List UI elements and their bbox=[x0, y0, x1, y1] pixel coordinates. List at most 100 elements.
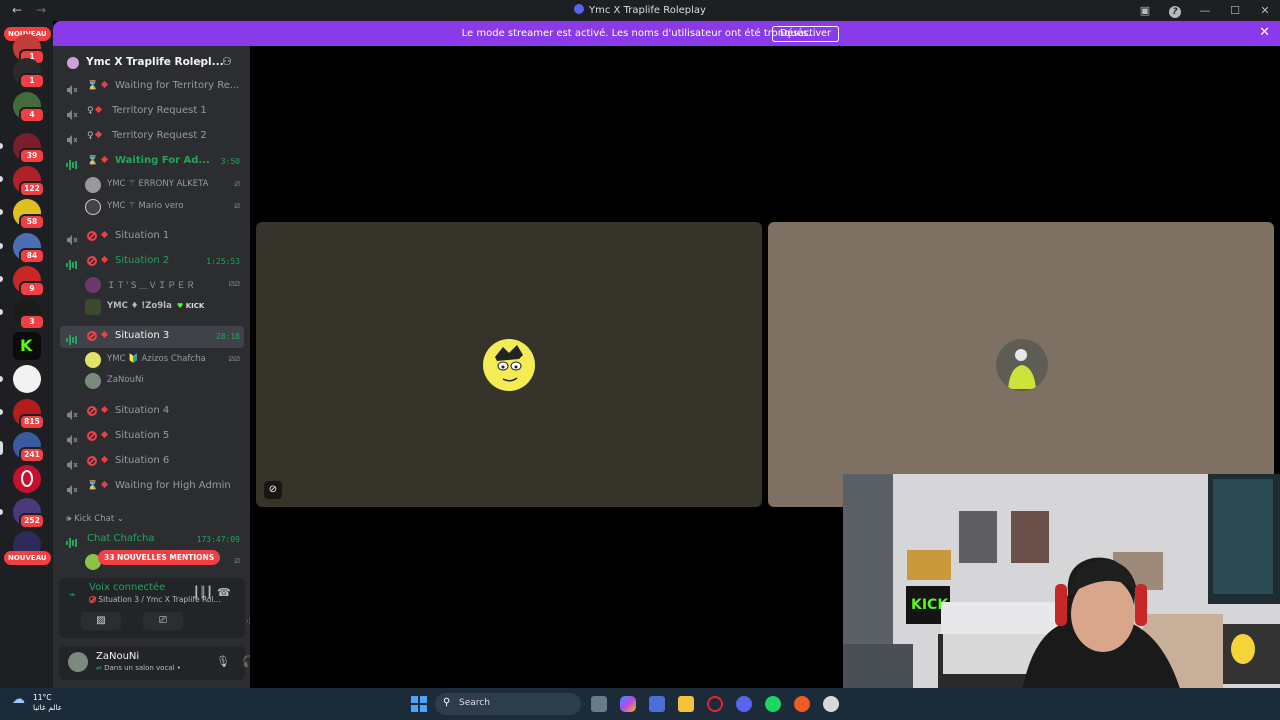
windows-start-icon[interactable] bbox=[411, 696, 427, 712]
server-icon[interactable]: 3 bbox=[13, 299, 45, 330]
video-off-button[interactable]: ▨ bbox=[81, 612, 121, 630]
voice-user[interactable]: ＩＴ'Ｓ＿ＶＩＰＥＲ ⧄⧄ bbox=[85, 275, 244, 295]
kick-logo-icon: K bbox=[20, 336, 33, 355]
voice-channel[interactable]: ♀ Territory Request 1 bbox=[60, 101, 244, 123]
voice-channel[interactable]: Situation 4 bbox=[60, 401, 244, 423]
voice-user[interactable]: ZaNouNi bbox=[85, 371, 244, 391]
voice-channel[interactable]: ⌛ Waiting for Territory Re... bbox=[60, 76, 244, 98]
voice-channel-live[interactable]: Situation 2 1:25:53 bbox=[60, 251, 244, 273]
hourglass-icon: ⌛ bbox=[87, 481, 99, 491]
diamond-icon bbox=[100, 455, 109, 464]
app-icon[interactable] bbox=[794, 696, 810, 712]
inbox-icon[interactable]: ▣ bbox=[1130, 4, 1160, 17]
voice-channel[interactable]: Situation 1 bbox=[60, 226, 244, 248]
voice-user[interactable]: YMC ⚚ Mario vero ⧄ bbox=[85, 197, 244, 217]
new-mentions-badge[interactable]: 33 NOUVELLES MENTIONS bbox=[98, 550, 221, 565]
voice-channel-live[interactable]: ⌛ Waiting For Ad... 3:50 bbox=[60, 151, 244, 173]
server-icon[interactable]: 9 bbox=[13, 266, 45, 297]
taskbar-search[interactable]: ⚲ Search bbox=[435, 693, 581, 715]
close-icon[interactable]: ✕ bbox=[1250, 4, 1280, 17]
copilot-icon[interactable] bbox=[620, 696, 636, 712]
disable-streamer-button[interactable]: Désactiver bbox=[772, 26, 839, 42]
disconnect-icon[interactable]: ☎ bbox=[217, 586, 231, 599]
no-entry-icon bbox=[87, 431, 97, 444]
discord-icon[interactable] bbox=[736, 696, 752, 712]
no-entry-icon bbox=[87, 456, 97, 469]
unread-pill bbox=[0, 209, 3, 215]
banner-close-icon[interactable]: ✕ bbox=[1259, 25, 1270, 40]
participant-tile[interactable] bbox=[768, 222, 1274, 507]
server-icon[interactable]: 815 bbox=[13, 399, 45, 430]
kick-tag: ♥ KICK bbox=[177, 302, 205, 310]
video-off-icon: ⊘ bbox=[264, 481, 282, 499]
server-icon[interactable]: 4 bbox=[13, 92, 45, 123]
voice-channel-active[interactable]: Situation 3 28:18 bbox=[60, 326, 244, 348]
window-title: Ymc X Traplife Roleplay bbox=[0, 4, 1280, 16]
store-icon[interactable] bbox=[649, 696, 665, 712]
participant-tile[interactable]: ⊘ bbox=[256, 222, 762, 507]
avatar bbox=[85, 373, 101, 389]
hourglass-icon: ⌛ bbox=[87, 81, 99, 91]
title-bar: ← → Ymc X Traplife Roleplay ▣ ? — ☐ ✕ bbox=[0, 0, 1280, 21]
camera-off-icon: ▨ bbox=[96, 615, 106, 626]
diamond-icon bbox=[94, 105, 103, 114]
participant-avatar bbox=[996, 339, 1048, 391]
file-explorer-icon[interactable] bbox=[678, 696, 694, 712]
voice-connection-panel: ⌁ Voix connectée Situation 3 / Ymc X Tra… bbox=[59, 578, 254, 638]
opera-icon[interactable] bbox=[13, 465, 41, 493]
voice-activity-icon bbox=[66, 156, 78, 170]
server-icon[interactable]: 58 bbox=[13, 199, 45, 230]
hourglass-icon: ⌛ bbox=[87, 156, 99, 166]
server-icon[interactable]: 241 bbox=[13, 432, 45, 463]
voice-channel[interactable]: Situation 6 bbox=[60, 451, 244, 473]
diamond-icon bbox=[100, 330, 109, 339]
voice-channel[interactable]: ♀ Territory Request 2 bbox=[60, 126, 244, 148]
avatar[interactable] bbox=[68, 652, 88, 672]
server-header[interactable]: Ymc X Traplife Rolepl... ⌄ ⚇ bbox=[53, 46, 250, 80]
voice-user[interactable]: YMC 🔰 Azizos Chafcha ⧄⧄ bbox=[85, 350, 244, 370]
deafened-icon: ⧄⧄ bbox=[228, 279, 240, 289]
task-view-icon[interactable] bbox=[591, 696, 607, 712]
noise-suppression-icon[interactable]: ┃║┃ bbox=[193, 586, 213, 599]
voice-channel[interactable]: ⌛ Waiting for High Admin bbox=[60, 476, 244, 498]
server-badge-icon bbox=[67, 57, 79, 69]
avatar bbox=[85, 177, 101, 193]
voice-user[interactable]: YMC ♦ !Zo9la ♥ KICK bbox=[85, 297, 244, 317]
current-username[interactable]: ZaNouNi bbox=[96, 651, 139, 662]
voice-user[interactable]: YMC ⚚ ERRONY ALKETA ⧄ bbox=[85, 175, 244, 195]
category-kick-chat[interactable]: 🕪 Kick Chat ⌄ bbox=[66, 514, 124, 524]
kick-server-icon[interactable]: K bbox=[13, 332, 41, 360]
server-icon[interactable]: 252 bbox=[13, 498, 45, 529]
no-entry-icon bbox=[87, 406, 97, 419]
obs-icon[interactable] bbox=[823, 696, 839, 712]
voice-channel-live[interactable]: Chat Chafcha 173:47:09 bbox=[60, 529, 244, 551]
maximize-icon[interactable]: ☐ bbox=[1220, 4, 1250, 17]
minimize-icon[interactable]: — bbox=[1190, 4, 1220, 17]
screen-share-button[interactable]: ⎚ bbox=[143, 612, 183, 630]
help-icon[interactable]: ? bbox=[1160, 4, 1190, 18]
server-icon[interactable]: 39 bbox=[13, 133, 45, 164]
avatar bbox=[85, 352, 101, 368]
avatar bbox=[85, 277, 101, 293]
webcam-overlay: KICK bbox=[843, 474, 1280, 720]
add-member-icon[interactable]: ⚇ bbox=[222, 55, 232, 68]
diamond-icon bbox=[100, 230, 109, 239]
heart-icon: ♥ bbox=[177, 302, 184, 310]
server-icon[interactable] bbox=[13, 365, 41, 393]
chevron-down-icon[interactable]: ⌄ bbox=[198, 56, 206, 66]
pin-icon: ♀ bbox=[87, 131, 94, 141]
server-icon[interactable]: 84 bbox=[13, 233, 45, 264]
voice-channel[interactable]: Situation 5 bbox=[60, 426, 244, 448]
screen-share-icon: ⎚ bbox=[159, 615, 167, 626]
unread-pill bbox=[0, 176, 3, 182]
server-icon[interactable]: 1 bbox=[13, 58, 45, 89]
server-icon[interactable]: 122 bbox=[13, 166, 45, 197]
microphone-icon[interactable]: 🎙 bbox=[216, 655, 230, 668]
speaker-muted-icon bbox=[66, 106, 78, 120]
unread-pill bbox=[0, 309, 3, 315]
voice-status[interactable]: Voix connectée bbox=[89, 582, 165, 593]
spotify-icon[interactable] bbox=[765, 696, 781, 712]
banner-text: Le mode streamer est activé. Les noms d'… bbox=[461, 28, 812, 39]
opera-gx-icon[interactable] bbox=[707, 696, 723, 712]
current-status: ⇌ Dans un salon vocal • bbox=[96, 664, 181, 672]
